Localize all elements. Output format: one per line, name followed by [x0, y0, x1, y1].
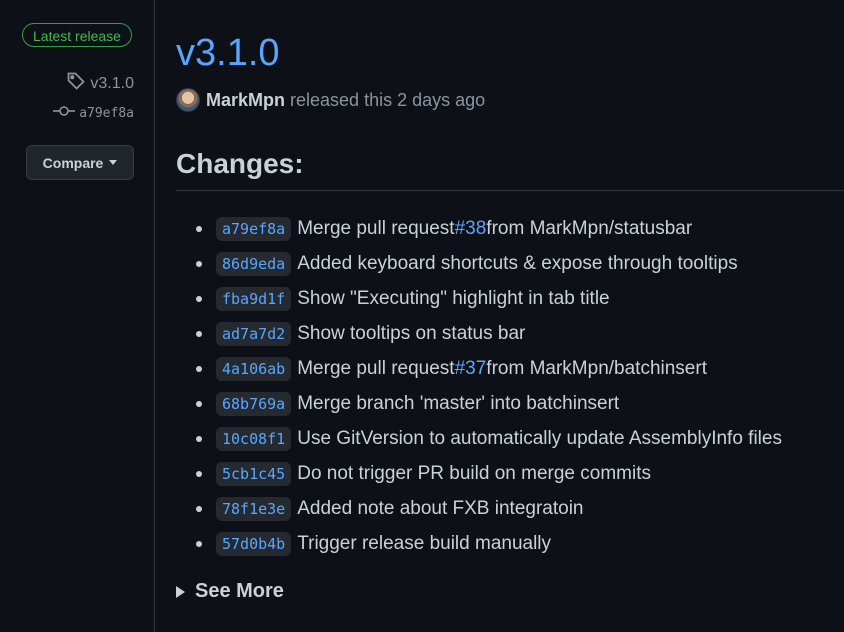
- list-item: ad7a7d2 Show tooltips on status bar: [196, 316, 782, 351]
- avatar[interactable]: [176, 88, 200, 112]
- pull-request-link[interactable]: #38: [455, 218, 487, 240]
- bullet-icon: [196, 505, 202, 512]
- see-more-label: See More: [195, 580, 284, 602]
- commit-sha-link[interactable]: fba9d1f: [216, 286, 292, 311]
- bullet-icon: [196, 540, 202, 547]
- commit-message: Merge branch 'master' into batchinsert: [297, 392, 620, 414]
- commit-message: Do not trigger PR build on merge commits: [297, 462, 651, 484]
- tag-icon: [66, 71, 86, 96]
- commit-message: Show tooltips on status bar: [297, 322, 526, 344]
- list-item: 86d9eda Added keyboard shortcuts & expose…: [196, 246, 782, 281]
- bullet-icon: [196, 260, 202, 267]
- changes-heading: Changes:: [176, 148, 304, 179]
- triangle-down-icon: [109, 160, 118, 165]
- compare-button[interactable]: Compare: [26, 145, 134, 180]
- commit-sha-link[interactable]: 10c08f1: [216, 426, 292, 451]
- release-sidebar: Latest release v3.1.0 a79ef8a Compare: [0, 0, 155, 632]
- commit-sha-link[interactable]: ad7a7d2: [216, 321, 292, 346]
- compare-label: Compare: [42, 154, 104, 171]
- commit-sha-link[interactable]: 5cb1c45: [216, 461, 292, 486]
- bullet-icon: [196, 330, 202, 337]
- commit-message-suffix: from MarkMpn/batchinsert: [486, 357, 707, 379]
- bullet-icon: [196, 400, 202, 407]
- release-title[interactable]: v3.1.0: [176, 30, 280, 76]
- list-item: 78f1e3e Added note about FXB integratoin: [196, 491, 782, 526]
- latest-release-badge: Latest release: [22, 23, 132, 47]
- commit-sha-link[interactable]: a79ef8a: [216, 216, 292, 241]
- list-item: 5cb1c45 Do not trigger PR build on merge …: [196, 456, 782, 491]
- commit-sha-link[interactable]: 4a106ab: [216, 356, 292, 381]
- commit-message: Merge pull request: [297, 217, 455, 239]
- bullet-icon: [196, 365, 202, 372]
- see-more-toggle[interactable]: See More: [176, 580, 284, 603]
- pull-request-link[interactable]: #37: [455, 358, 487, 380]
- commit-message-suffix: from MarkMpn/statusbar: [486, 217, 693, 239]
- release-commit-link[interactable]: a79ef8a: [53, 104, 134, 122]
- list-item: a79ef8a Merge pull request #38 from MarkM…: [196, 211, 782, 246]
- list-item: 4a106ab Merge pull request #37 from MarkM…: [196, 351, 782, 386]
- commit-message: Added keyboard shortcuts & expose throug…: [297, 252, 738, 274]
- release-tag-link[interactable]: v3.1.0: [66, 71, 134, 96]
- commit-message: Added note about FXB integratoin: [297, 497, 584, 519]
- commit-sha-link[interactable]: 68b769a: [216, 391, 292, 416]
- git-commit-icon: [53, 104, 76, 122]
- triangle-right-icon: [176, 585, 185, 598]
- bullet-icon: [196, 295, 202, 302]
- commit-message: Show "Executing" highlight in tab title: [297, 287, 610, 309]
- commit-sha-label: a79ef8a: [79, 105, 134, 121]
- list-item: 68b769a Merge branch 'master' into batchi…: [196, 386, 782, 421]
- tag-label: v3.1.0: [90, 74, 134, 92]
- commit-message: Merge pull request: [297, 357, 455, 379]
- commit-sha-link[interactable]: 86d9eda: [216, 251, 292, 276]
- list-item: fba9d1f Show "Executing" highlight in tab…: [196, 281, 782, 316]
- release-byline: MarkMpn released this 2 days ago: [176, 88, 485, 112]
- released-time: released this 2 days ago: [290, 89, 486, 110]
- list-item: 10c08f1 Use GitVersion to automatically u…: [196, 421, 782, 456]
- author-name[interactable]: MarkMpn: [206, 90, 285, 111]
- commit-message: Trigger release build manually: [297, 532, 552, 554]
- commit-sha-link[interactable]: 78f1e3e: [216, 496, 292, 521]
- commit-sha-link[interactable]: 57d0b4b: [216, 531, 292, 556]
- list-item: 57d0b4b Trigger release build manually: [196, 526, 782, 561]
- commit-message: Use GitVersion to automatically update A…: [297, 427, 782, 449]
- commit-list: a79ef8a Merge pull request #38 from MarkM…: [196, 211, 782, 561]
- bullet-icon: [196, 225, 202, 232]
- heading-divider: [176, 190, 844, 191]
- bullet-icon: [196, 435, 202, 442]
- bullet-icon: [196, 470, 202, 477]
